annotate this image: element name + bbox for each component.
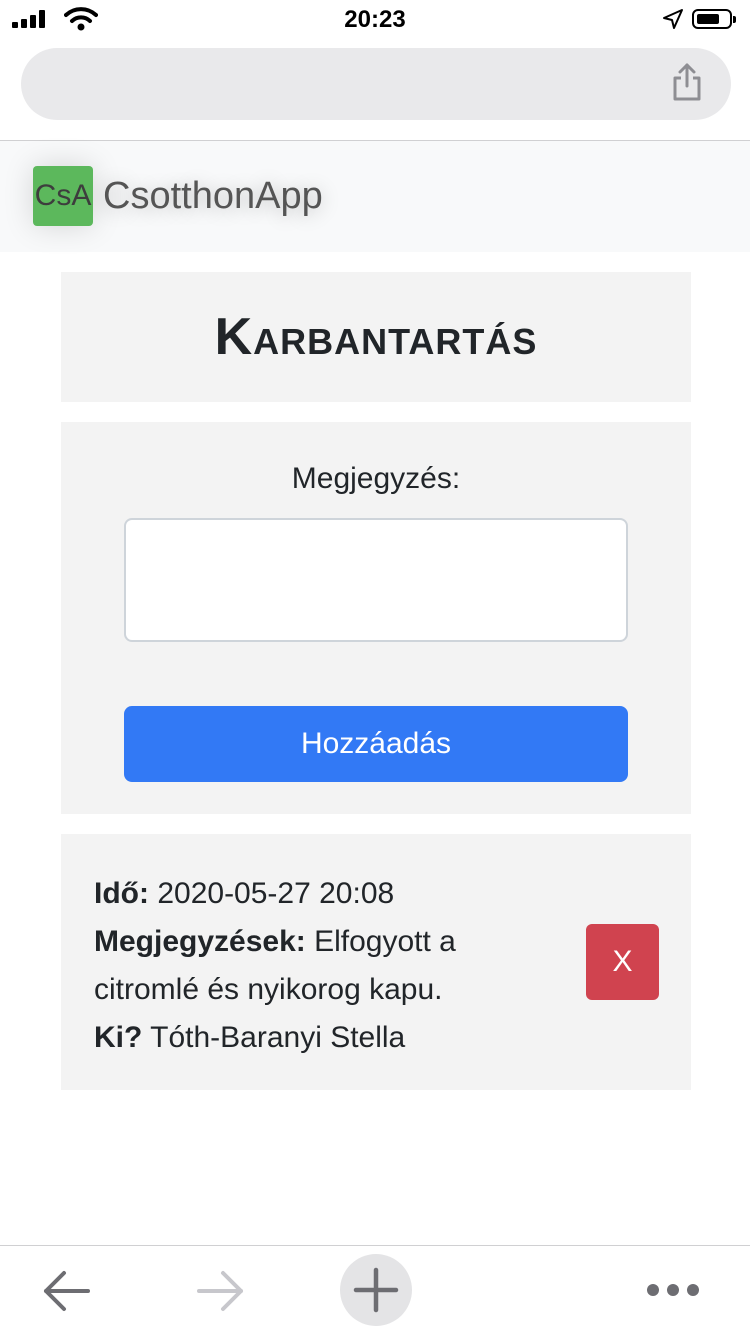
who-value: Tóth-Baranyi Stella bbox=[150, 1021, 406, 1054]
status-time: 20:23 bbox=[344, 6, 406, 33]
app-logo: CsA bbox=[33, 166, 93, 226]
forward-arrow-icon bbox=[197, 1271, 243, 1311]
note-input[interactable] bbox=[124, 518, 628, 642]
who-label: Ki? bbox=[94, 1021, 143, 1054]
share-icon[interactable] bbox=[671, 62, 703, 102]
back-arrow-icon bbox=[44, 1271, 90, 1311]
entry-time: Idő: 2020-05-27 20:08 bbox=[94, 870, 524, 918]
more-button[interactable] bbox=[640, 1270, 706, 1310]
add-button[interactable]: Hozzáadás bbox=[124, 706, 628, 782]
more-dots-icon bbox=[647, 1284, 699, 1296]
delete-button[interactable]: X bbox=[586, 924, 659, 1000]
entry-who: Ki? Tóth-Baranyi Stella bbox=[94, 1014, 524, 1062]
page-title: Karbantartás bbox=[214, 308, 538, 366]
browser-toolbar bbox=[0, 1246, 750, 1334]
battery-icon bbox=[692, 9, 736, 29]
plus-icon bbox=[353, 1267, 399, 1313]
brand-name: CsotthonApp bbox=[103, 174, 323, 217]
entry-notes: Megjegyzések: Elfogyott a citromlé és ny… bbox=[94, 918, 524, 1014]
back-button[interactable] bbox=[36, 1264, 96, 1318]
forward-button[interactable] bbox=[191, 1264, 251, 1318]
time-label: Idő: bbox=[94, 877, 149, 910]
address-bar[interactable] bbox=[21, 48, 731, 120]
status-bar: 20:23 bbox=[0, 0, 750, 40]
title-card: Karbantartás bbox=[61, 272, 691, 402]
time-value: 2020-05-27 20:08 bbox=[157, 877, 395, 910]
entry-details: Idő: 2020-05-27 20:08 Megjegyzések: Elfo… bbox=[94, 870, 524, 1062]
notes-label: Megjegyzések: bbox=[94, 925, 306, 958]
brand-link[interactable]: CsA CsotthonApp bbox=[33, 166, 323, 226]
note-form: Megjegyzés: Hozzáadás bbox=[61, 422, 691, 814]
location-arrow-icon bbox=[663, 9, 683, 29]
app-navbar: CsA CsotthonApp bbox=[0, 141, 750, 252]
note-label: Megjegyzés: bbox=[291, 462, 461, 495]
new-tab-button[interactable] bbox=[340, 1254, 412, 1326]
list-item: Idő: 2020-05-27 20:08 Megjegyzések: Elfo… bbox=[61, 834, 691, 1090]
